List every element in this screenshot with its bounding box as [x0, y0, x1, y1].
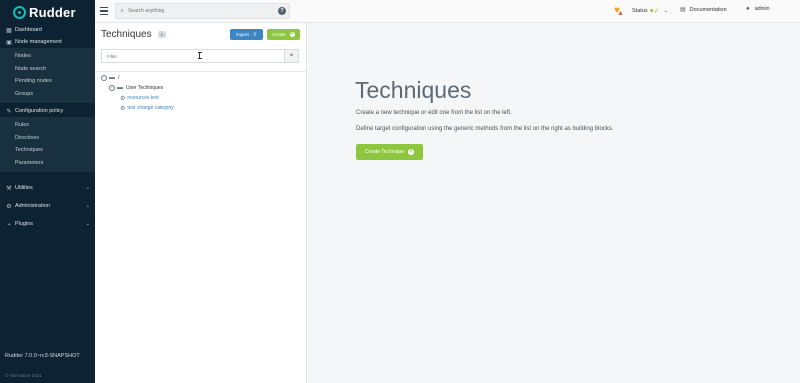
user-label: admin: [754, 6, 770, 12]
version-label: Rudder 7.0.0~rc3-SNAPSHOT: [5, 353, 80, 359]
global-search: ⌕ ?: [115, 3, 290, 19]
create-technique-button[interactable]: Create Technique +: [356, 144, 423, 160]
tree-node-technique[interactable]: ⚙ resources test: [120, 93, 174, 103]
create-label: Create: [272, 32, 286, 37]
intro-text: Create a new technique or edit one from …: [356, 110, 512, 116]
sidebar-item-label: Dashboard: [15, 27, 42, 33]
tree-node-root[interactable]: − ▬ /: [101, 73, 174, 83]
dashboard-icon: ▦: [6, 27, 12, 34]
node-management-subnav: Nodes Node search Pending nodes Groups: [0, 48, 95, 103]
sidebar-item-label: Administration: [15, 203, 50, 209]
sidebar-item-administration[interactable]: ⚙ Administration ⌄: [0, 197, 95, 215]
sidebar-item-label: Plugins: [15, 221, 34, 227]
divider: [95, 71, 306, 72]
sidebar-item-configuration-policy[interactable]: ✎ Configuration policy: [0, 105, 95, 117]
techniques-list-panel: Techniques 0 Import ⇪ Create + × − ▬ / −…: [95, 23, 307, 383]
technique-link[interactable]: resources test: [127, 95, 158, 101]
wrench-icon: ⚒: [6, 185, 12, 192]
panel-title: Techniques: [101, 28, 152, 40]
sidebar-item-label: Utilities: [15, 185, 33, 191]
import-label: Import: [236, 32, 249, 37]
app-root: Rudder ▦ Dashboard ▣ Node management Nod…: [0, 0, 800, 383]
user-menu[interactable]: ● admin: [746, 6, 770, 12]
sidebar-item-nodes[interactable]: Nodes: [0, 50, 95, 63]
create-button[interactable]: Create +: [267, 29, 300, 40]
sidebar-item-plugins[interactable]: ⌁ Plugins ⌄: [0, 215, 95, 233]
plus-circle-icon: +: [289, 31, 295, 37]
sidebar-item-label: Configuration policy: [15, 108, 64, 114]
help-icon[interactable]: ?: [278, 7, 286, 15]
text-cursor-icon: [197, 52, 202, 59]
page-title: Techniques: [355, 77, 472, 103]
logo-text: Rudder: [29, 4, 76, 20]
hamburger-menu-button[interactable]: [100, 7, 108, 15]
sidebar-item-pending-nodes[interactable]: Pending nodes: [0, 75, 95, 88]
sidebar-item-techniques[interactable]: Techniques: [0, 144, 95, 157]
heart-warning-icon: ♥ ▲: [614, 6, 624, 18]
warning-triangle-icon: ▲: [617, 10, 624, 17]
documentation-label: Documentation: [689, 6, 727, 13]
book-icon: ▤: [680, 7, 686, 13]
plus-circle-icon: +: [408, 149, 415, 155]
configuration-policy-subnav: Rules Directives Techniques Parameters: [0, 117, 95, 172]
create-technique-label: Create Technique: [364, 149, 405, 155]
folder-icon: ▬: [109, 75, 115, 81]
sidebar-item-rules[interactable]: Rules: [0, 119, 95, 132]
tree-node-category[interactable]: − ▬ User Techniques: [109, 83, 174, 93]
folder-icon: ▬: [117, 85, 123, 91]
sidebar-item-parameters[interactable]: Parameters: [0, 157, 95, 170]
technique-link[interactable]: test change category: [127, 105, 173, 111]
collapse-icon[interactable]: −: [109, 85, 115, 91]
chevron-down-icon: ⌄: [85, 221, 90, 227]
tree-node-technique[interactable]: ⚙ test change category: [120, 103, 174, 113]
chevron-down-icon: ⌄: [85, 185, 90, 191]
chevron-down-icon: ⌄: [85, 203, 90, 209]
menu-line: [100, 13, 108, 15]
gear-icon: ⚙: [6, 203, 12, 210]
status-dropdown[interactable]: ♥ ▲ Status ♥✓ ⌄: [614, 5, 668, 18]
sidebar-item-dashboard[interactable]: ▦ Dashboard: [0, 24, 95, 36]
sidebar-item-directives[interactable]: Directives: [0, 132, 95, 145]
panel-header: Techniques 0: [101, 27, 166, 41]
status-label: Status: [632, 8, 648, 14]
menu-line: [100, 10, 108, 12]
count-badge: 0: [157, 30, 166, 38]
copyright-label: © Normation 2021: [5, 373, 42, 378]
chevron-down-icon: ⌄: [663, 8, 668, 14]
gear-icon: ⚙: [120, 95, 126, 102]
documentation-link[interactable]: ▤ Documentation: [680, 6, 727, 14]
main-content: Techniques Create a new technique or edi…: [308, 23, 800, 383]
import-button[interactable]: Import ⇪: [230, 29, 263, 40]
sidebar-item-utilities[interactable]: ⚒ Utilities ⌄: [0, 179, 95, 197]
tree-node-label: /: [118, 75, 120, 81]
search-input[interactable]: [128, 8, 268, 14]
top-bar: ⌕ ? ♥ ▲ Status ♥✓ ⌄ ▤ Documentation ● ad…: [95, 0, 800, 23]
sidebar-item-node-search[interactable]: Node search: [0, 63, 95, 76]
sidebar-item-groups[interactable]: Groups: [0, 88, 95, 101]
sidebar-item-node-management[interactable]: ▣ Node management: [0, 36, 95, 48]
technique-tree: − ▬ / − ▬ User Techniques ⚙ resources te…: [101, 73, 174, 113]
collapse-icon[interactable]: −: [101, 75, 107, 81]
heart-check-icon: ♥✓: [649, 8, 660, 15]
upload-icon: ⇪: [252, 31, 257, 38]
menu-line: [100, 7, 108, 9]
tree-node-label: User Techniques: [126, 85, 164, 91]
sidebar: Rudder ▦ Dashboard ▣ Node management Nod…: [0, 0, 95, 383]
user-icon: ●: [746, 6, 750, 12]
rudder-logo-icon: [13, 5, 26, 19]
search-icon: ⌕: [120, 7, 124, 14]
sitemap-icon: ▣: [6, 39, 12, 46]
plug-icon: ⌁: [7, 221, 11, 228]
filter-input[interactable]: [102, 53, 272, 59]
logo[interactable]: Rudder: [0, 0, 95, 24]
sidebar-item-label: Node management: [15, 39, 62, 45]
clear-filter-button[interactable]: ×: [284, 50, 298, 62]
gear-icon: ⚙: [120, 105, 126, 112]
pencil-icon: ✎: [6, 108, 12, 115]
intro-text: Define target configuration using the ge…: [356, 126, 614, 132]
